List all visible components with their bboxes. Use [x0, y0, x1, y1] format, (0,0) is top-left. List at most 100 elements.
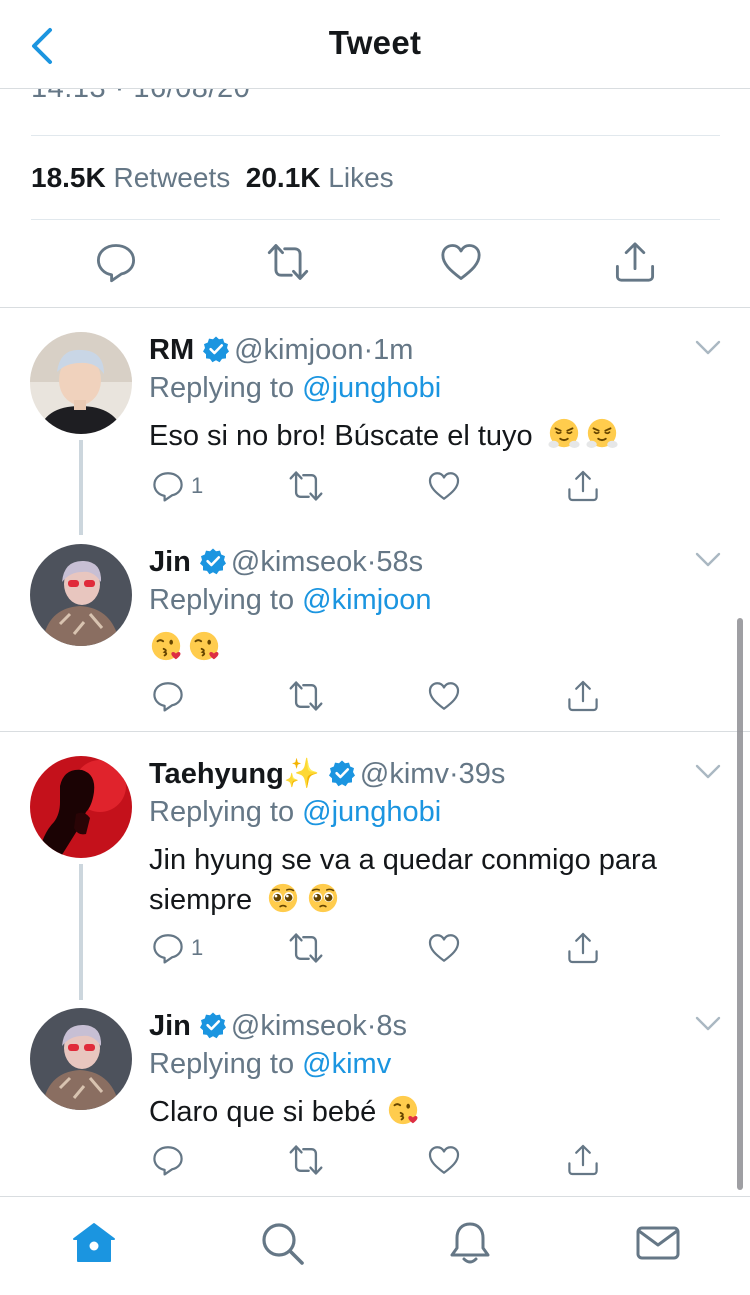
avatar[interactable] — [30, 756, 132, 858]
reply-header: Jin @kimseok·8s — [149, 1008, 407, 1044]
huffing-face-emoji — [547, 417, 581, 451]
reply-time: 39s — [458, 758, 506, 790]
reply-icon — [151, 931, 185, 965]
display-name[interactable]: Jin — [149, 546, 191, 578]
reply-button[interactable]: 1 — [151, 468, 203, 504]
verified-badge-icon — [199, 547, 227, 575]
chevron-down-icon[interactable] — [694, 1014, 722, 1034]
reply-time: 58s — [376, 546, 424, 578]
reply-button[interactable] — [151, 1142, 185, 1178]
display-name[interactable]: Jin — [149, 1010, 191, 1042]
reply-count: 1 — [191, 473, 204, 498]
share-button[interactable] — [566, 678, 600, 714]
search-icon[interactable] — [258, 1219, 306, 1267]
reply-button[interactable] — [151, 678, 185, 714]
share-button[interactable] — [566, 468, 600, 504]
replying-to: Replying to @kimjoon — [149, 582, 432, 618]
like-icon — [427, 679, 461, 713]
reply-icon — [151, 679, 185, 713]
chevron-down-icon[interactable] — [694, 762, 722, 782]
reply-icon[interactable] — [94, 240, 138, 284]
replying-label: Replying to — [149, 1048, 295, 1080]
display-name[interactable]: Taehyung✨ — [149, 758, 320, 790]
reply-text-line: siempre — [149, 880, 709, 920]
separator-dot: · — [363, 334, 374, 366]
retweet-icon — [288, 678, 324, 714]
chevron-down-icon[interactable] — [694, 550, 722, 570]
reply-action-bar — [0, 1142, 750, 1182]
divider — [31, 219, 720, 220]
retweet-button[interactable] — [288, 468, 324, 504]
reply-time: 1m — [373, 334, 414, 366]
mail-icon[interactable] — [634, 1219, 682, 1267]
share-button[interactable] — [566, 1142, 600, 1178]
reply-text-content: siempre — [149, 884, 253, 916]
likes-count[interactable]: 20.1K — [246, 162, 321, 193]
reply-button[interactable]: 1 — [151, 930, 203, 966]
tweet-stats: 18.5K Retweets 20.1K Likes — [31, 162, 394, 194]
share-icon — [566, 679, 600, 713]
divider — [31, 135, 720, 136]
like-icon[interactable] — [439, 240, 483, 284]
verified-badge-icon — [328, 759, 356, 787]
like-icon — [427, 1143, 461, 1177]
top-bar: Tweet — [0, 0, 750, 89]
retweet-icon — [288, 1142, 324, 1178]
home-icon[interactable] — [70, 1219, 118, 1267]
like-button[interactable] — [427, 678, 461, 714]
section-divider — [0, 307, 750, 308]
reply-action-bar: 1 — [0, 468, 750, 508]
reply-header: Taehyung✨ @kimv·39s — [149, 756, 505, 792]
share-icon — [566, 931, 600, 965]
share-icon — [566, 1143, 600, 1177]
chevron-down-icon[interactable] — [694, 338, 722, 358]
like-button[interactable] — [427, 930, 461, 966]
retweet-icon[interactable] — [266, 240, 310, 284]
reply-icon — [151, 1143, 185, 1177]
reply-action-bar: 1 — [0, 930, 750, 970]
separator-dot: · — [366, 546, 377, 578]
reply-count: 1 — [191, 935, 204, 960]
user-handle[interactable]: @kimseok — [231, 1010, 367, 1042]
avatar[interactable] — [30, 1008, 132, 1110]
avatar[interactable] — [30, 544, 132, 646]
bell-icon[interactable] — [446, 1219, 494, 1267]
like-icon — [427, 469, 461, 503]
retweets-label[interactable]: Retweets — [114, 162, 231, 193]
share-icon[interactable] — [613, 240, 657, 284]
replying-label: Replying to — [149, 796, 295, 828]
retweet-button[interactable] — [288, 678, 324, 714]
likes-label[interactable]: Likes — [328, 162, 393, 193]
kissing-heart-face-emoji — [149, 629, 183, 663]
replying-handle-link[interactable]: @junghobi — [302, 796, 441, 828]
reply-text: Jin hyung se va a quedar conmigo para si… — [149, 840, 709, 920]
share-button[interactable] — [566, 930, 600, 966]
kissing-heart-face-emoji — [187, 629, 221, 663]
replying-label: Replying to — [149, 584, 295, 616]
display-name[interactable]: RM — [149, 334, 194, 366]
user-handle[interactable]: @kimjoon — [234, 334, 363, 366]
retweet-button[interactable] — [288, 930, 324, 966]
scrollbar[interactable] — [737, 618, 743, 1190]
reply-time: 8s — [376, 1010, 408, 1042]
like-button[interactable] — [427, 1142, 461, 1178]
retweet-button[interactable] — [288, 1142, 324, 1178]
replying-handle-link[interactable]: @junghobi — [302, 372, 441, 404]
user-handle[interactable]: @kimseok — [231, 546, 367, 578]
reply-header: RM @kimjoon·1m — [149, 332, 413, 368]
retweet-icon — [288, 468, 324, 504]
pleading-face-emoji — [306, 881, 340, 915]
retweets-count[interactable]: 18.5K — [31, 162, 106, 193]
reply-text — [149, 628, 709, 668]
page-title: Tweet — [328, 24, 422, 61]
like-button[interactable] — [427, 468, 461, 504]
verified-badge-icon — [199, 1011, 227, 1039]
replying-handle-link[interactable]: @kimv — [302, 1048, 391, 1080]
user-handle[interactable]: @kimv — [360, 758, 449, 790]
reply-action-bar — [0, 678, 750, 718]
separator-dot: · — [366, 1010, 377, 1042]
like-icon — [427, 931, 461, 965]
avatar[interactable] — [30, 332, 132, 434]
kissing-heart-face-emoji — [386, 1093, 420, 1127]
replying-handle-link[interactable]: @kimjoon — [302, 584, 431, 616]
